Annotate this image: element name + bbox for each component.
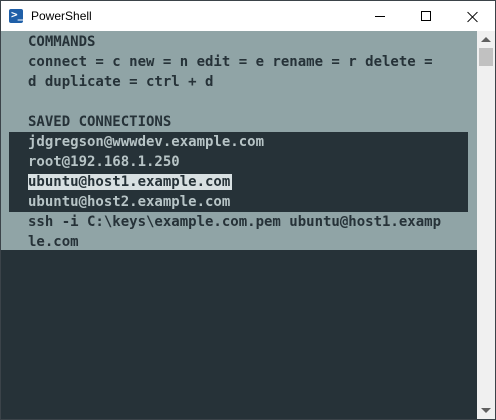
vertical-scrollbar[interactable] [477, 31, 495, 419]
close-button[interactable] [449, 1, 495, 31]
scroll-up-arrow-icon[interactable] [481, 37, 491, 42]
ssh-command-preview: ssh -i C:\keys\example.com.pem ubuntu@ho… [28, 214, 442, 230]
connection-item[interactable]: ubuntu@host2.example.com [28, 192, 230, 212]
title-bar[interactable]: >_ PowerShell [1, 1, 495, 31]
saved-connections-heading: SAVED CONNECTIONS [28, 114, 172, 130]
powershell-icon: >_ [9, 8, 25, 23]
minimize-button[interactable] [357, 1, 403, 31]
maximize-icon [421, 11, 431, 21]
minimize-icon [375, 15, 385, 17]
maximize-button[interactable] [403, 1, 449, 31]
window-title: PowerShell [31, 9, 92, 23]
connection-item-selected[interactable]: ubuntu@host1.example.com [28, 172, 233, 192]
ssh-command-preview-wrap: le.com [28, 234, 79, 250]
commands-heading: COMMANDS [28, 34, 96, 50]
scroll-down-arrow-icon[interactable] [481, 408, 491, 413]
powershell-window: >_ PowerShell COMMANDS connect = c new =… [0, 0, 496, 420]
close-icon [466, 11, 478, 22]
connection-item[interactable]: jdgregson@wwwdev.example.com [28, 132, 264, 152]
terminal-menu-area[interactable]: COMMANDS connect = c new = n edit = e re… [1, 31, 477, 250]
commands-help-line: connect = c new = n edit = e rename = r … [28, 54, 433, 70]
scrollbar-thumb[interactable] [479, 48, 493, 66]
connection-item[interactable]: root@192.168.1.250 [28, 152, 180, 172]
commands-help-line: d duplicate = ctrl + d [28, 74, 214, 90]
